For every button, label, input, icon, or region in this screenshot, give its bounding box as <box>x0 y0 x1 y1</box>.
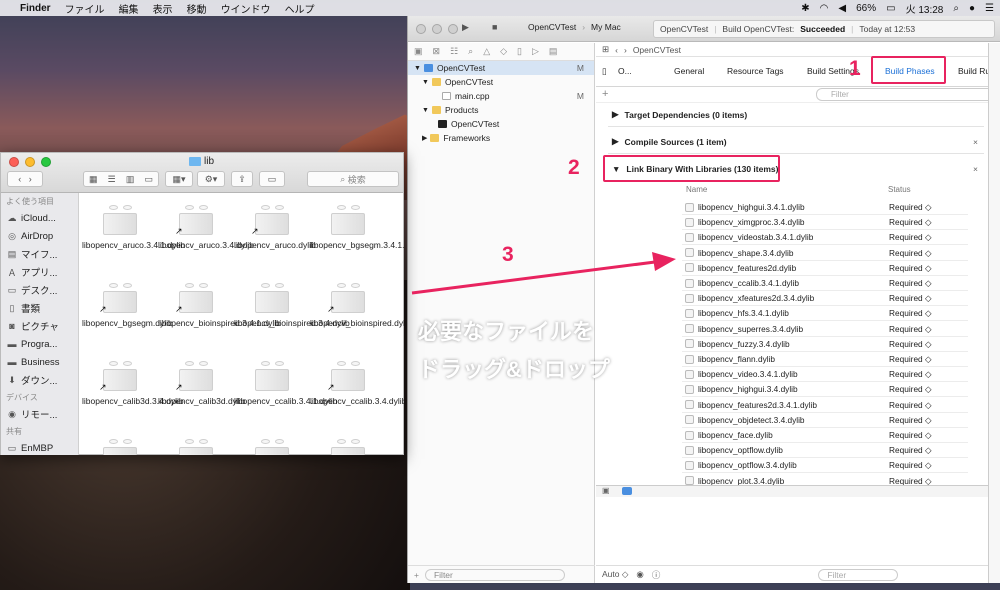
step-number-1: 1 <box>849 57 861 80</box>
instruction-line-2: ドラッグ&ドロップ <box>418 357 610 382</box>
instruction-line-1: 必要なファイルを <box>418 319 595 344</box>
step-number-3: 3 <box>502 243 514 266</box>
drag-arrow <box>411 252 676 295</box>
step-number-2: 2 <box>568 156 580 179</box>
